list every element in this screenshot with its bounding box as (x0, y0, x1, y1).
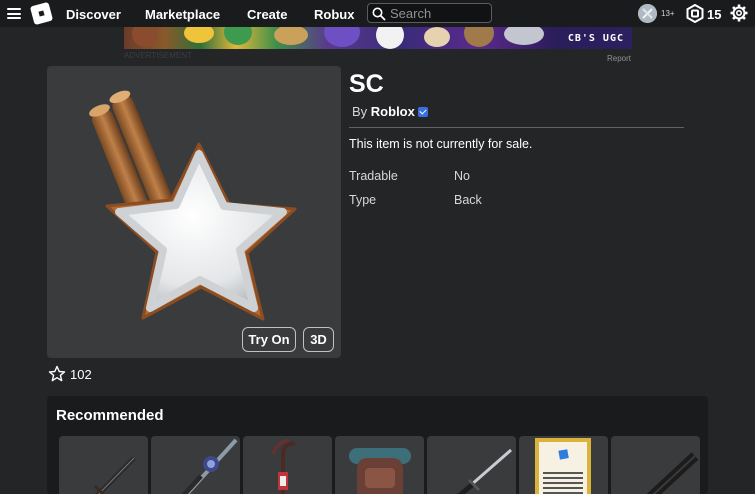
try-on-button[interactable]: Try On (242, 327, 296, 352)
recommended-item-5[interactable] (427, 436, 516, 494)
by-prefix: By (352, 104, 368, 119)
dark-sword-icon (93, 456, 136, 494)
recommended-section: Recommended (47, 396, 708, 494)
nav-link-robux[interactable]: Robux (314, 7, 354, 22)
katana-icon (457, 448, 512, 494)
avatar[interactable] (638, 4, 657, 23)
backpack-icon (349, 448, 411, 494)
creator-link[interactable]: Roblox (371, 104, 415, 119)
recommended-item-4[interactable] (335, 436, 424, 494)
report-ad-link[interactable]: Report (607, 54, 631, 63)
recommended-item-7[interactable] (611, 436, 700, 494)
paper-note-icon (535, 438, 591, 494)
recommended-title: Recommended (56, 407, 164, 424)
age-tag: 13+ (661, 9, 675, 18)
crystal-sword-icon (181, 438, 238, 494)
hamburger-menu-icon[interactable] (7, 8, 21, 19)
recommended-item-1[interactable] (59, 436, 148, 494)
attribute-value-tradable: No (454, 169, 470, 183)
3d-view-button[interactable]: 3D (303, 327, 334, 352)
creator-byline: By Roblox (352, 104, 428, 119)
roblox-logo[interactable] (29, 1, 54, 26)
attribute-label-type: Type (349, 193, 377, 207)
scythe-staff-icon (271, 438, 296, 494)
nav-link-create[interactable]: Create (247, 7, 287, 22)
attribute-value-type[interactable]: Back (454, 193, 482, 207)
robux-icon[interactable] (686, 4, 704, 23)
gingerbread-star-cinnamon-icon (89, 90, 297, 321)
ad-text: CB'S UGC (567, 33, 624, 44)
attribute-label-tradable: Tradable (349, 169, 398, 183)
recommended-item-6[interactable] (519, 436, 608, 494)
divider (349, 127, 684, 128)
top-navigation-bar: Discover Marketplace Create Robux 13+ 15 (0, 0, 755, 27)
search-input[interactable] (390, 5, 488, 21)
black-sword-icon (646, 452, 699, 494)
item-thumbnail-card: Try On 3D (47, 66, 341, 358)
search-icon (372, 7, 386, 21)
ad-label: ADVERTISEMENT (124, 51, 192, 60)
verified-badge-icon (417, 107, 428, 117)
sale-status: This item is not currently for sale. (349, 137, 533, 151)
robux-balance[interactable]: 15 (707, 7, 721, 22)
nav-link-discover[interactable]: Discover (66, 7, 121, 22)
gear-icon[interactable] (730, 4, 748, 22)
recommended-item-3[interactable] (243, 436, 332, 494)
nav-link-marketplace[interactable]: Marketplace (145, 7, 220, 22)
recommended-item-2[interactable] (151, 436, 240, 494)
item-title: SC (349, 70, 384, 98)
search-box[interactable] (367, 3, 492, 23)
favorite-count: 102 (70, 367, 92, 382)
banner-advertisement[interactable]: CB'S UGC (124, 27, 632, 49)
star-favorite-icon[interactable] (48, 365, 66, 383)
